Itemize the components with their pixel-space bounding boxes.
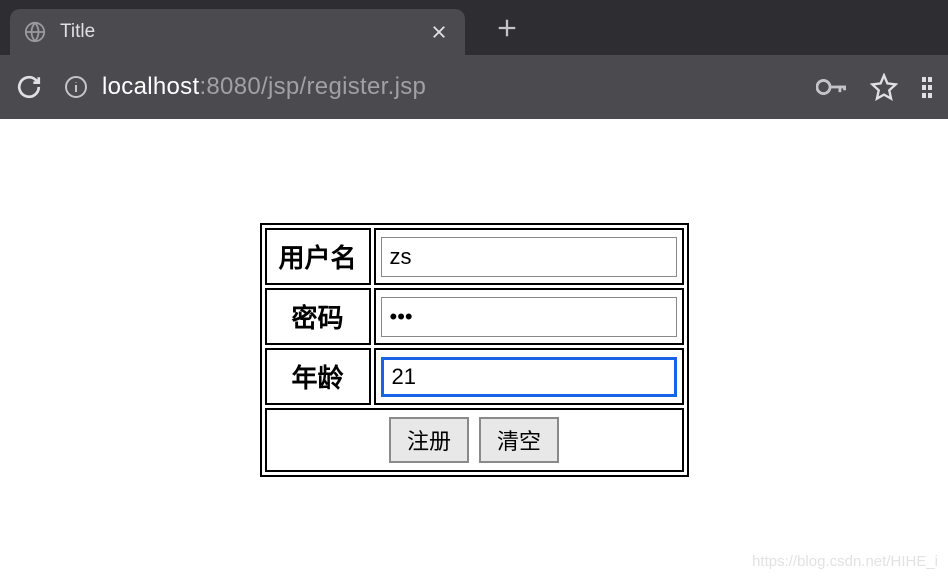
username-label: 用户名 [265,228,371,285]
password-key-icon[interactable] [816,72,846,102]
address-bar: localhost:8080/jsp/register.jsp [0,55,948,119]
register-form: 用户名 密码 年龄 注册 清空 [260,223,689,578]
username-input[interactable] [381,237,677,277]
password-input[interactable] [381,297,677,337]
browser-tab[interactable]: Title [10,9,465,55]
tab-bar: Title [0,0,948,55]
info-icon [64,75,88,99]
url-text: localhost:8080/jsp/register.jsp [102,73,426,101]
close-tab-icon[interactable] [427,20,451,44]
reload-button[interactable] [16,74,42,100]
age-input[interactable] [381,357,677,397]
url-host: localhost [102,73,199,100]
button-row: 注册 清空 [265,408,684,472]
page-content: 用户名 密码 年龄 注册 清空 https://blog.csdn. [0,119,948,578]
extensions-icon[interactable] [922,74,932,100]
table-row: 用户名 [265,228,684,285]
password-label: 密码 [265,288,371,345]
form-table: 用户名 密码 年龄 注册 清空 [260,223,689,477]
globe-icon [24,21,46,43]
age-label: 年龄 [265,348,371,405]
url-path: :8080/jsp/register.jsp [199,73,426,100]
browser-chrome: Title localhost:8080/jsp/register.jsp [0,0,948,119]
tab-title: Title [60,21,427,43]
table-row: 密码 [265,288,684,345]
watermark-text: https://blog.csdn.net/HIHE_i [752,553,938,570]
register-button[interactable]: 注册 [389,417,469,463]
url-bar[interactable]: localhost:8080/jsp/register.jsp [64,73,816,101]
table-row: 年龄 [265,348,684,405]
reset-button[interactable]: 清空 [479,417,559,463]
bookmark-star-icon[interactable] [870,73,898,101]
new-tab-button[interactable] [493,17,521,39]
